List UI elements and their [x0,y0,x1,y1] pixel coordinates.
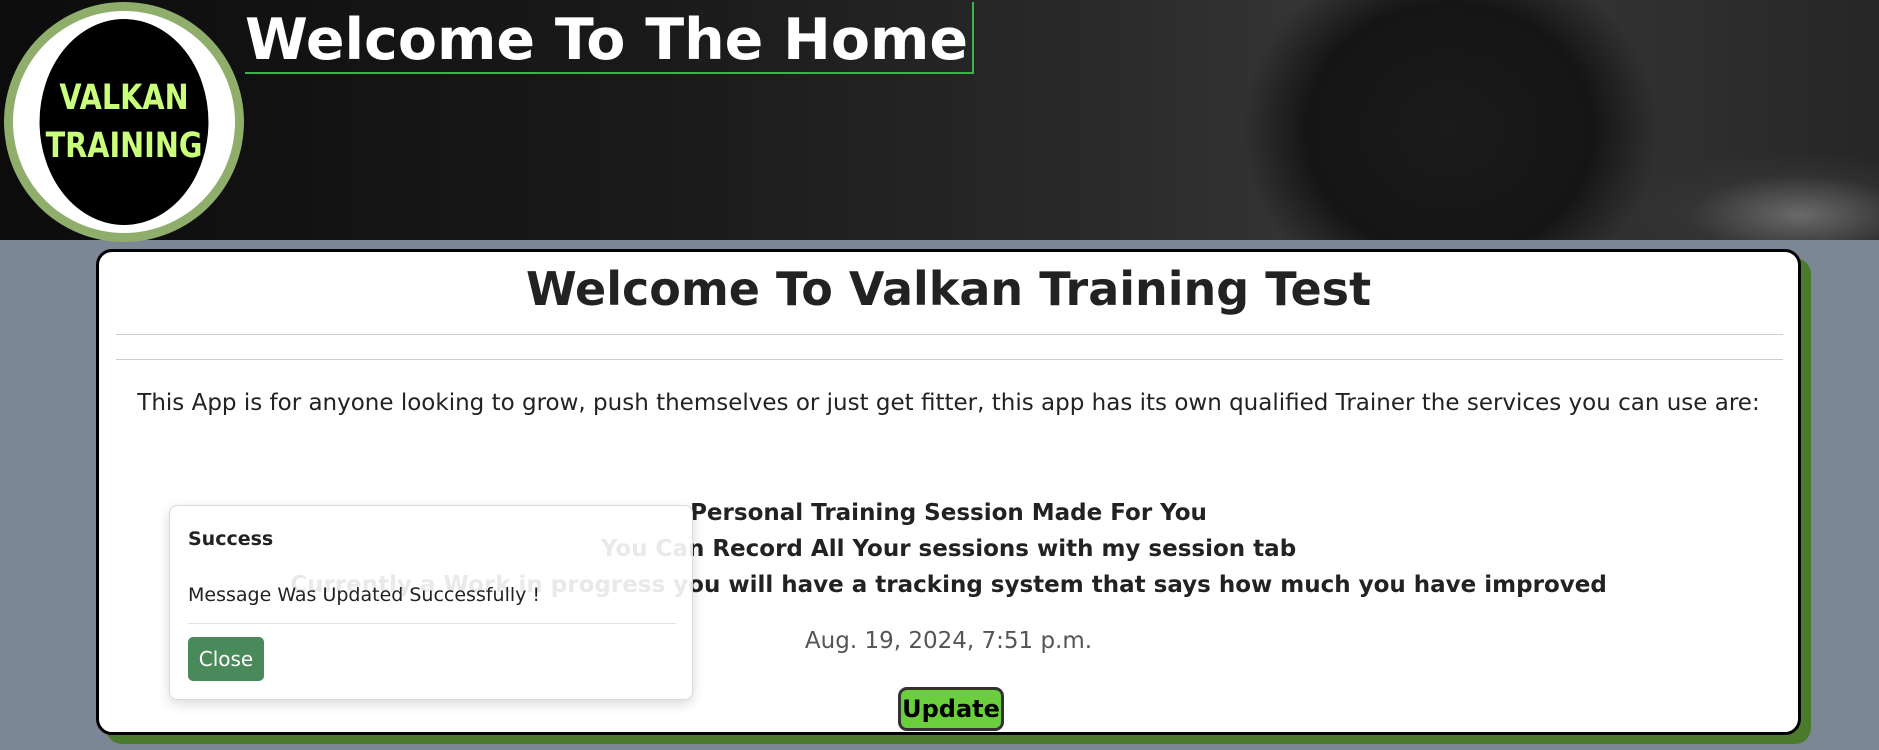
logo-text-line1: VALKAN [59,78,189,118]
success-toast: Success Message Was Updated Successfully… [169,505,693,700]
logo-badge: VALKAN TRAINING [39,19,209,225]
page-title: Welcome To Valkan Training Test [525,262,1372,316]
hero-title: Welcome To The Home [245,2,975,74]
toast-title: Success [188,528,274,550]
intro-text: This App is for anyone looking to grow, … [137,390,1760,416]
divider-top [116,334,1783,335]
update-button[interactable]: Update [898,687,1004,731]
site-logo[interactable]: VALKAN TRAINING [4,2,244,242]
close-button[interactable]: Close [188,637,264,681]
hero-banner: VALKAN TRAINING Welcome To The Home [0,0,1879,242]
toast-divider [188,623,676,624]
logo-ring: VALKAN TRAINING [13,11,235,233]
toast-message: Message Was Updated Successfully ! [188,584,541,606]
logo-text-line2: TRAINING [45,126,203,166]
divider-bottom [116,359,1783,360]
